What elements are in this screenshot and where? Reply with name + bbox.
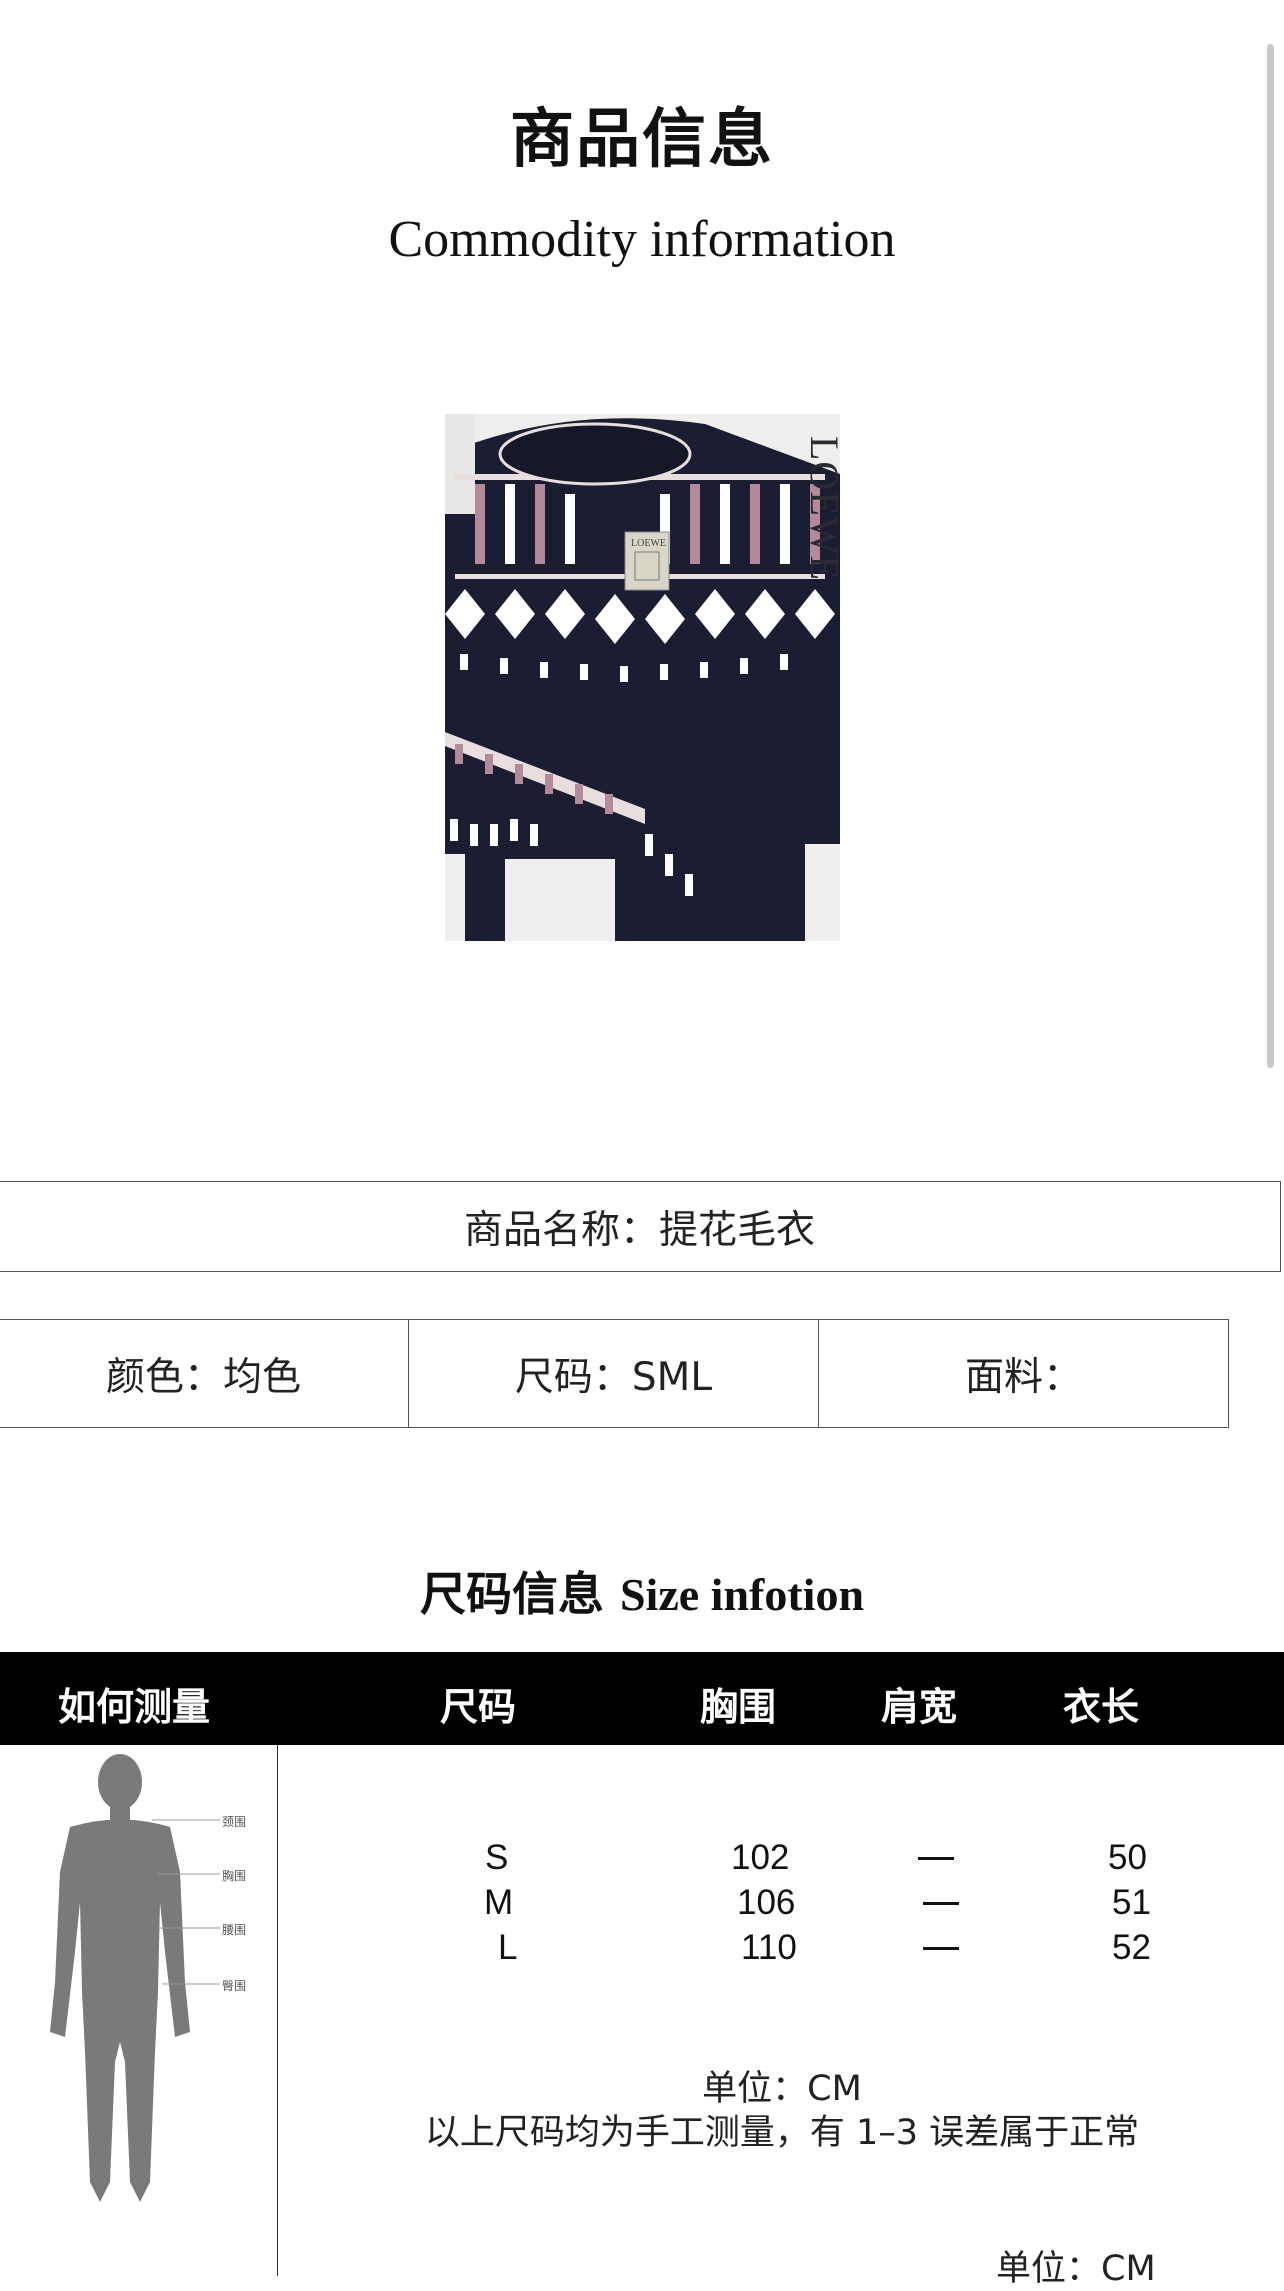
table-column-divider xyxy=(277,1745,278,2276)
page-subtitle: Commodity information xyxy=(388,211,896,268)
attributes-row: 颜色：均色 尺码：SML 面料： xyxy=(0,1319,1229,1428)
svg-text:LOEWE: LOEWE xyxy=(631,538,666,549)
product-name-text: 商品名称：提花毛衣 xyxy=(463,1207,815,1253)
size-text: 尺码：SML xyxy=(514,1354,713,1400)
color-cell: 颜色：均色 xyxy=(0,1320,409,1427)
size-section-title: 尺码信息 Size infotion xyxy=(0,1558,1284,1624)
sweater-illustration: LOEWE xyxy=(445,414,840,941)
size-value: M xyxy=(484,1883,514,1922)
size-value: L xyxy=(498,1928,518,1967)
size-title-cn: 尺码信息 xyxy=(419,1567,604,1621)
header-shoulder: 肩宽 xyxy=(881,1685,958,1729)
measurement-note: 以上尺码均为手工测量，有 1–3 误差属于正常 xyxy=(424,2113,1140,2153)
length-value: 51 xyxy=(1112,1883,1151,1922)
figure-label-neck: 颈围 xyxy=(222,1815,247,1829)
header-chest: 胸围 xyxy=(700,1685,777,1729)
product-name-row: 商品名称：提花毛衣 xyxy=(0,1181,1281,1272)
header-size: 尺码 xyxy=(440,1685,517,1729)
shoulder-dash xyxy=(918,1857,954,1860)
header-length: 衣长 xyxy=(1063,1685,1140,1729)
chest-value: 106 xyxy=(737,1883,796,1922)
fabric-text: 面料： xyxy=(964,1354,1082,1400)
unit-label-bottom: 单位：CM xyxy=(996,2249,1156,2289)
size-cell: 尺码：SML xyxy=(409,1320,819,1427)
product-photo: LOEWE LOEWE xyxy=(445,414,840,941)
header-how-to-measure: 如何测量 xyxy=(58,1685,211,1729)
chest-value: 102 xyxy=(731,1838,790,1877)
brand-text-side: LOEWE xyxy=(802,436,840,581)
size-table-header: 如何测量 尺码 胸围 肩宽 衣长 xyxy=(0,1652,1284,1745)
length-value: 50 xyxy=(1108,1838,1147,1877)
color-text: 颜色：均色 xyxy=(105,1354,301,1400)
figure-label-hip: 臀围 xyxy=(222,1979,247,1993)
figure-label-chest: 胸围 xyxy=(222,1869,247,1883)
shoulder-dash xyxy=(923,1902,959,1905)
chest-value: 110 xyxy=(741,1928,797,1967)
size-title-en: Size infotion xyxy=(619,1569,865,1620)
figure-label-waist: 腰围 xyxy=(222,1923,247,1937)
page-scrollbar[interactable] xyxy=(1267,44,1274,1068)
shoulder-dash xyxy=(923,1947,959,1950)
fabric-cell: 面料： xyxy=(819,1320,1228,1427)
size-value: S xyxy=(485,1838,509,1877)
length-value: 52 xyxy=(1112,1928,1151,1967)
page-title: 商品信息 xyxy=(510,103,774,177)
